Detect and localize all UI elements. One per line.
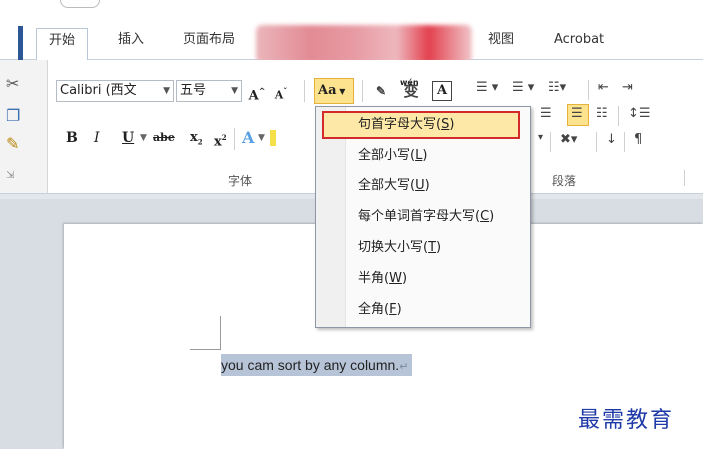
subscript-label: x <box>190 130 198 145</box>
menu-item-accel: L <box>415 148 423 163</box>
chevron-down-icon: ▼ <box>163 86 170 96</box>
chevron-down-icon: ▼ <box>231 86 238 96</box>
menu-item-accel: W <box>389 271 402 286</box>
change-case-button[interactable]: Aa ▼ <box>314 78 354 104</box>
underline-button[interactable]: U <box>122 126 134 150</box>
shrink-font-icon: A <box>274 88 284 102</box>
justify-icon: ☰ <box>571 106 583 121</box>
file-tab-edge[interactable] <box>18 26 23 60</box>
margin-corner-mark <box>190 349 221 350</box>
change-case-menu: 句首字母大写(S) 全部小写(L) 全部大写(U) 每个单词首字母大写(C) 切… <box>315 106 531 328</box>
change-case-label: Aa <box>318 83 337 98</box>
copy-icon[interactable]: ❐ <box>6 106 20 125</box>
separator <box>234 128 235 150</box>
superscript-button[interactable]: x2 <box>214 126 227 150</box>
menu-item-full-width[interactable]: 全角(F) <box>358 298 402 322</box>
font-name-select[interactable]: Calibri (西文 ▼ <box>56 80 174 102</box>
show-marks-icon[interactable]: ¶ <box>634 132 642 147</box>
italic-button[interactable]: I <box>94 126 100 150</box>
line-spacing-icon[interactable]: ↕☰ <box>628 106 651 121</box>
font-name-value: Calibri (西文 <box>60 83 137 98</box>
tab-view[interactable]: 视图 <box>488 29 514 51</box>
grow-font-icon: A <box>248 88 259 104</box>
text-effects-icon[interactable]: A <box>242 126 254 150</box>
menu-item-accel: U <box>415 178 425 193</box>
highlight-color-icon[interactable] <box>270 130 276 146</box>
strikethrough-button[interactable]: abe <box>153 126 175 150</box>
separator <box>550 132 551 152</box>
menu-item-toggle-case[interactable]: 切换大小写(T) <box>358 236 441 260</box>
menu-item-half-width[interactable]: 半角(W) <box>358 267 407 291</box>
numbering-icon[interactable]: ☰ ▾ <box>512 80 534 95</box>
redacted-tabs <box>256 25 472 63</box>
chevron-down-icon[interactable]: ▾ <box>538 132 543 143</box>
font-size-select[interactable]: 五号 ▼ <box>176 80 242 102</box>
menu-item-label: 全部大写 <box>358 178 411 193</box>
menu-icon-column <box>316 107 346 327</box>
separator <box>618 106 619 126</box>
separator <box>684 170 685 186</box>
tab-insert[interactable]: 插入 <box>118 29 144 51</box>
menu-item-label: 半角 <box>358 271 385 286</box>
decrease-indent-icon[interactable]: ⇤ <box>598 80 609 95</box>
menu-item-accel: T <box>428 240 437 255</box>
menu-item-lowercase[interactable]: 全部小写(L) <box>358 144 427 168</box>
asian-layout-icon[interactable]: ✖▾ <box>560 132 577 147</box>
menu-item-label: 句首字母大写 <box>358 117 437 132</box>
font-size-value: 五号 <box>180 83 207 98</box>
tab-home[interactable]: 开始 <box>36 28 89 61</box>
menu-item-label: 切换大小写 <box>358 240 424 255</box>
selected-text-content: you cam sort by any column. <box>221 357 400 373</box>
phonetic-guide-button[interactable]: wén 变 <box>396 78 426 102</box>
grow-font-button[interactable]: A^ <box>248 80 266 104</box>
selected-text[interactable]: you cam sort by any column.↵ <box>221 354 413 376</box>
clear-format-icon[interactable]: ✎ <box>370 80 392 102</box>
chevron-down-icon[interactable]: ▼ <box>140 126 147 150</box>
menu-item-accel: S <box>441 117 450 132</box>
tab-acrobat[interactable]: Acrobat <box>554 29 604 51</box>
menu-item-sentence-case[interactable]: 句首字母大写(S) <box>358 113 454 137</box>
margin-corner-mark <box>220 316 221 350</box>
menu-item-accel: C <box>480 209 490 224</box>
menu-item-uppercase[interactable]: 全部大写(U) <box>358 174 430 198</box>
document-gutter-left <box>0 199 64 449</box>
group-label-font: 字体 <box>228 174 253 188</box>
bold-button[interactable]: B <box>66 126 78 150</box>
separator <box>588 80 589 100</box>
subscript-button[interactable]: x2 <box>190 126 203 150</box>
distributed-icon[interactable]: ☷ <box>596 106 608 121</box>
watermark: 最需教育 <box>578 408 675 433</box>
separator <box>624 132 625 152</box>
cut-icon[interactable]: ✂ <box>6 74 19 93</box>
shrink-font-button[interactable]: Aˇ <box>272 80 290 102</box>
clipboard-group: ✂ ❐ ✎ ⇲ <box>0 60 48 194</box>
char-border-button[interactable]: A <box>432 81 452 101</box>
menu-item-accel: F <box>389 302 397 317</box>
menu-item-label: 全角 <box>358 302 385 317</box>
separator <box>596 132 597 152</box>
separator <box>304 80 305 102</box>
dialog-launcher-icon[interactable]: ⇲ <box>6 170 14 181</box>
paragraph-mark-icon: ↵ <box>399 361 409 373</box>
align-right-icon[interactable]: ☰ <box>540 106 552 121</box>
chevron-down-icon[interactable]: ▼ <box>258 126 265 150</box>
multilevel-list-icon[interactable]: ☷▾ <box>548 80 566 95</box>
separator <box>362 80 363 102</box>
title-bar-edge <box>60 0 100 8</box>
bullets-icon[interactable]: ☰ ▾ <box>476 80 498 95</box>
menu-item-label: 全部小写 <box>358 148 411 163</box>
format-painter-icon[interactable]: ✎ <box>6 134 19 153</box>
phonetic-label: wén <box>400 78 419 87</box>
tab-page-layout[interactable]: 页面布局 <box>183 29 235 51</box>
menu-item-capitalize-each-word[interactable]: 每个单词首字母大写(C) <box>358 205 494 229</box>
chevron-down-icon: ▼ <box>336 87 346 96</box>
sort-icon[interactable]: ↓ <box>606 132 617 147</box>
increase-indent-icon[interactable]: ⇥ <box>622 80 633 95</box>
group-label-paragraph: 段落 <box>552 174 577 188</box>
superscript-label: x <box>214 134 222 150</box>
menu-item-label: 每个单词首字母大写 <box>358 209 476 224</box>
